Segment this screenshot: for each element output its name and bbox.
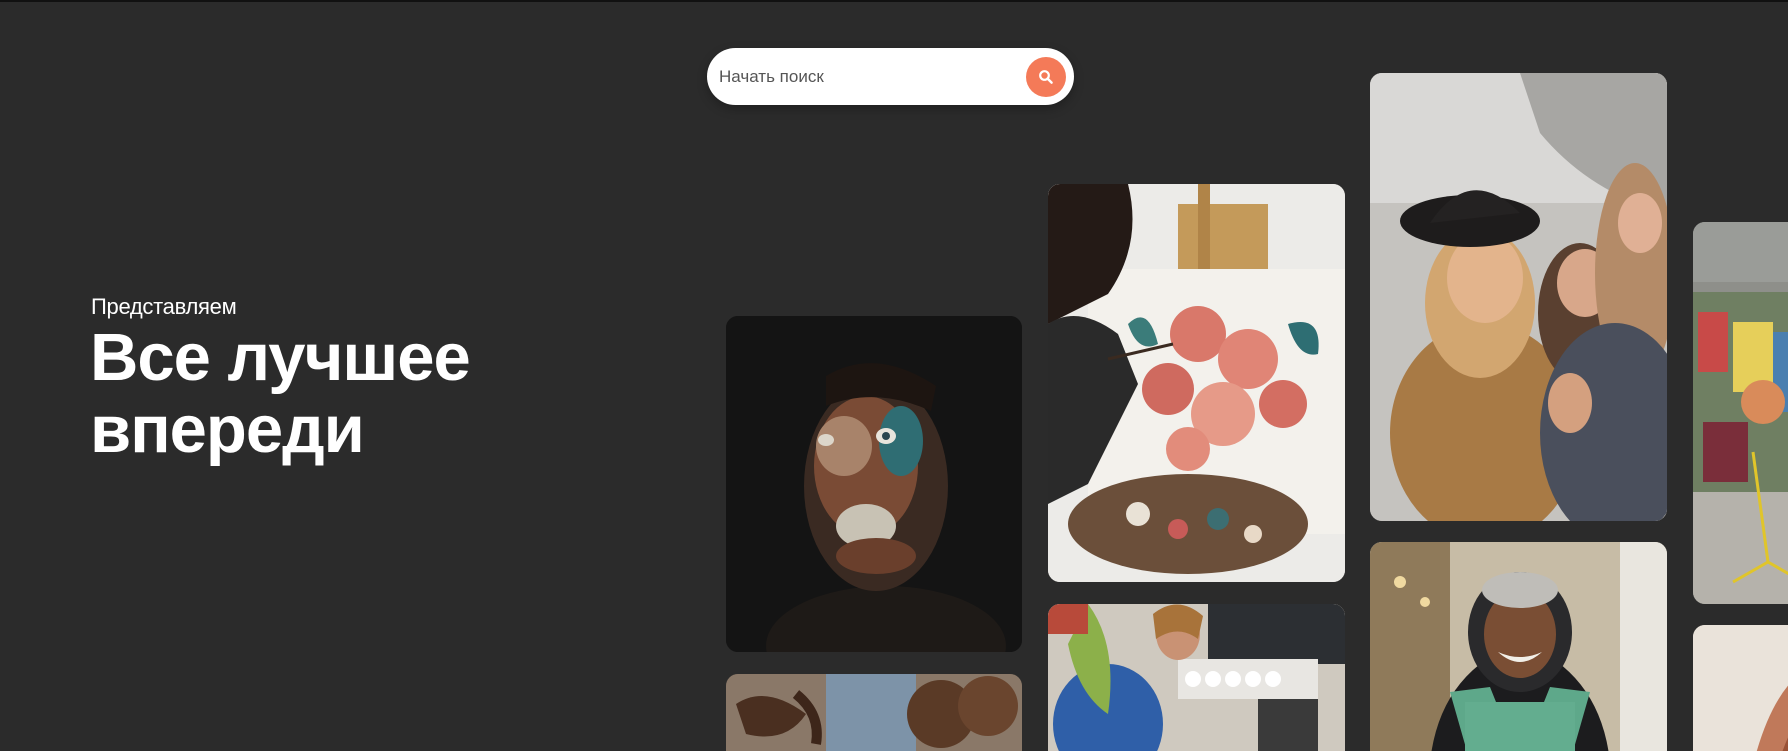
search-bar[interactable] xyxy=(707,48,1074,105)
hero-title: Все лучшее впереди xyxy=(90,320,471,467)
graffiti-wall-image xyxy=(1693,222,1788,604)
hero-subtitle: Представляем xyxy=(91,294,237,319)
photo-card[interactable] xyxy=(1048,604,1345,751)
top-border xyxy=(0,0,1788,2)
search-icon xyxy=(1039,70,1053,84)
partial-photo-image xyxy=(1693,625,1788,751)
photo-card[interactable] xyxy=(726,674,1022,751)
page: Представляем Все лучшее впереди xyxy=(0,0,1788,751)
face-paint-portrait-image xyxy=(726,316,1022,652)
painting-flowers-image xyxy=(1048,184,1345,582)
photo-card[interactable] xyxy=(1693,625,1788,751)
search-input[interactable] xyxy=(719,61,1009,92)
friends-laughing-image xyxy=(1370,73,1667,521)
photo-card[interactable] xyxy=(1370,73,1667,521)
barista-cafe-image xyxy=(1048,604,1345,751)
search-button[interactable] xyxy=(1026,57,1066,97)
photo-card[interactable] xyxy=(1370,542,1667,751)
photo-card[interactable] xyxy=(726,316,1022,652)
smiling-volunteer-image xyxy=(1370,542,1667,751)
photo-card[interactable] xyxy=(1693,222,1788,604)
yarn-knitting-image xyxy=(726,674,1022,751)
photo-card[interactable] xyxy=(1048,184,1345,582)
